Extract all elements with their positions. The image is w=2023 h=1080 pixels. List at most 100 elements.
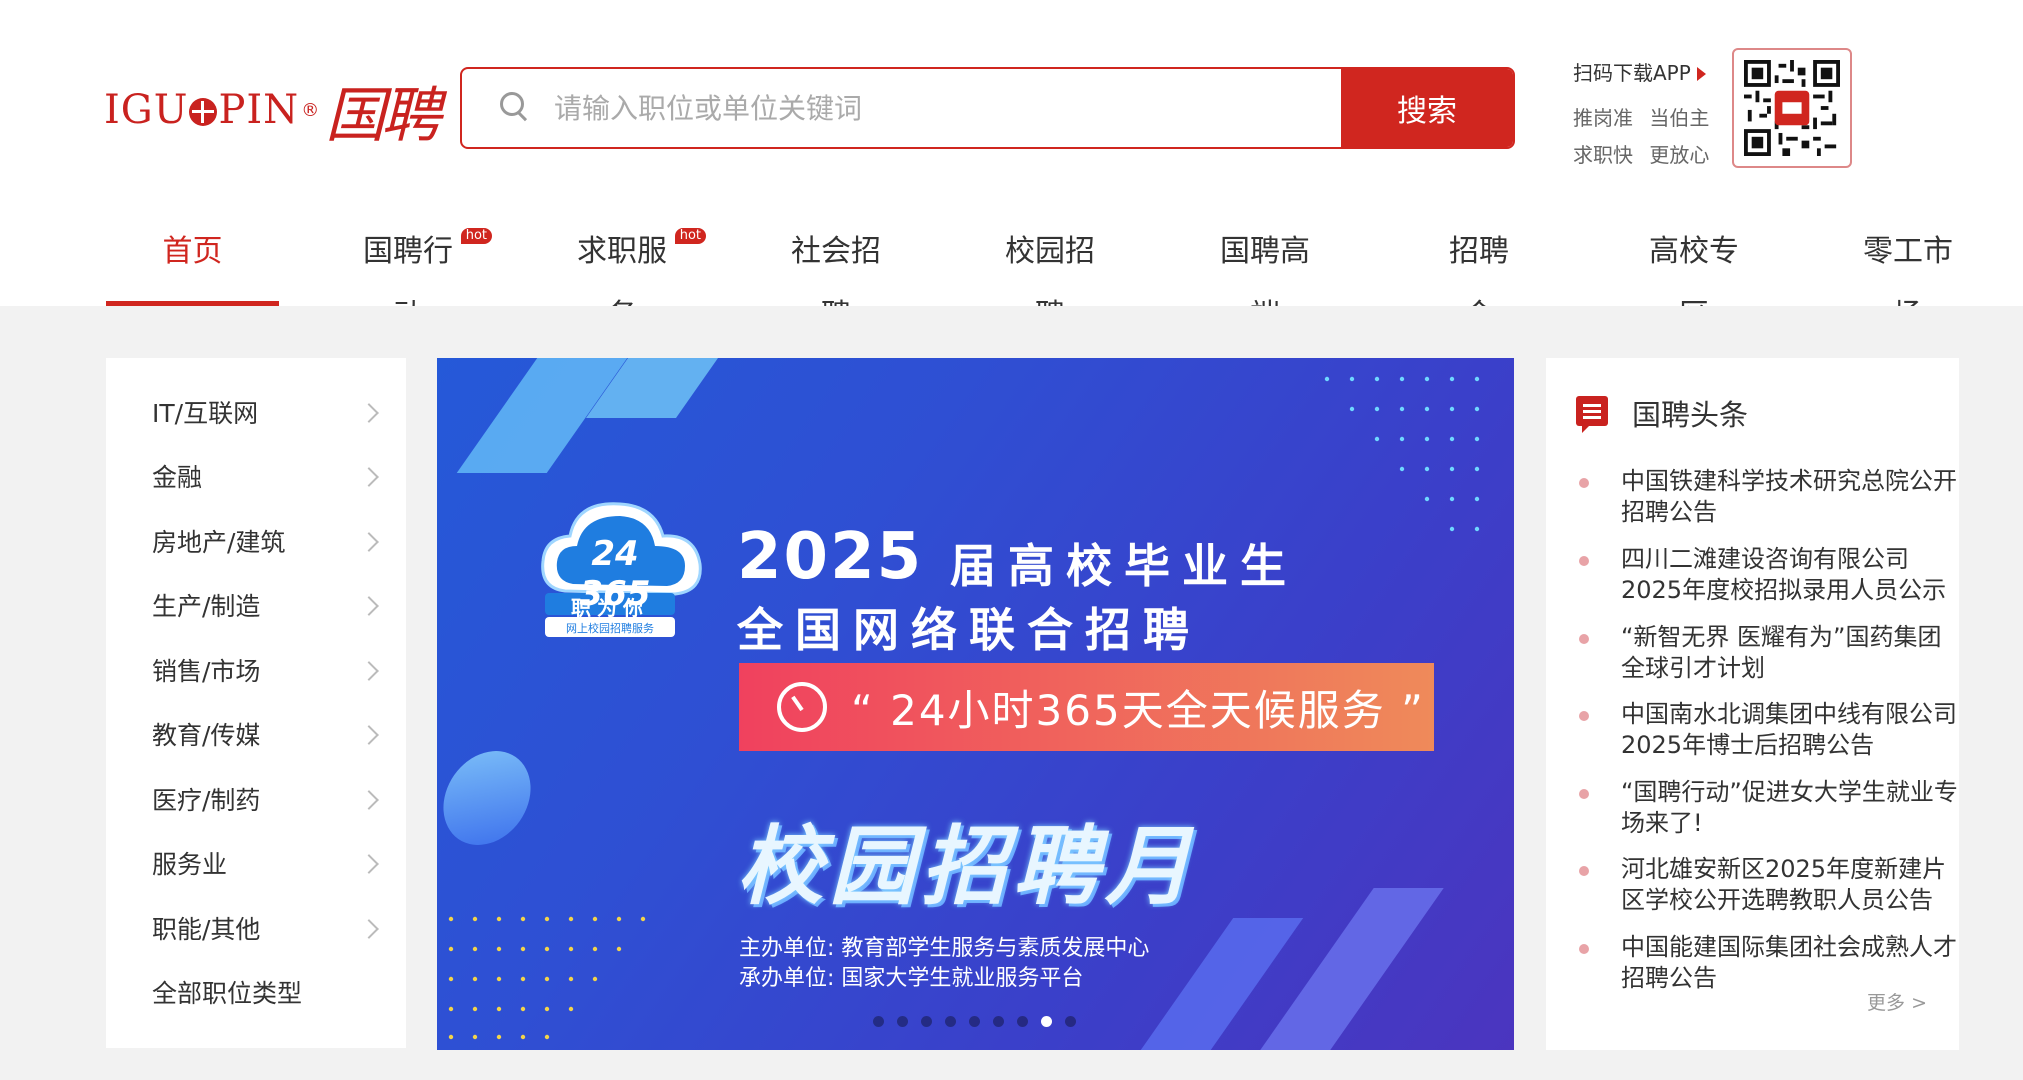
news-headline: 河北雄安新区2025年度新建片区学校公开选聘教职人员公告 [1621, 855, 1947, 914]
category-label: 销售/市场 [152, 657, 261, 686]
news-headline: “国聘行动”促进女大学生就业专场来了! [1621, 778, 1958, 837]
category-label: 生产/制造 [152, 592, 261, 621]
app-download-link[interactable]: 扫码下载APP [1573, 57, 1709, 86]
category-item[interactable]: 房地产/建筑 [152, 523, 382, 563]
nav-label: 首页 [162, 234, 223, 269]
carousel-indicators [873, 1016, 1076, 1027]
category-item[interactable]: 服务业 [152, 845, 382, 885]
registered-mark: ® [301, 99, 320, 121]
news-headline: 四川二滩建设咨询有限公司2025年度校招拟录用人员公示 [1621, 545, 1947, 604]
dot-grid-decoration [448, 916, 646, 1040]
news-headline: 中国能建国际集团社会成熟人才招聘公告 [1621, 933, 1957, 992]
carousel-dot[interactable] [1065, 1016, 1076, 1027]
category-label: IT/互联网 [152, 399, 259, 428]
qr-code [1732, 48, 1852, 168]
hot-badge: hot [674, 228, 706, 244]
all-categories-link[interactable]: 全部职位类型 [152, 974, 382, 1014]
category-item[interactable]: 销售/市场 [152, 652, 382, 692]
category-label: 房地产/建筑 [152, 528, 286, 557]
badge-text: 职为你 [571, 596, 649, 620]
category-label: 医疗/制药 [152, 786, 261, 815]
bullet-icon [1579, 478, 1589, 488]
category-item[interactable]: IT/互联网 [152, 394, 382, 434]
chevron-right-icon [359, 661, 379, 681]
news-more-link[interactable]: 更多 > [1867, 988, 1927, 1015]
category-label: 全部职位类型 [152, 979, 303, 1008]
news-panel-title: 国聘头条 [1632, 398, 1749, 432]
news-panel: 国聘头条 中国铁建科学技术研究总院公开招聘公告 四川二滩建设咨询有限公司2025… [1546, 358, 1959, 1050]
category-label: 金融 [152, 463, 203, 492]
hot-badge: hot [460, 228, 492, 244]
dot-grid-decoration [1324, 376, 1480, 532]
banner-campaign-title: 校园招聘月 [737, 817, 1197, 917]
banner-co-organizer: 承办单位: 国家大学生就业服务平台 [739, 966, 1084, 991]
stopwatch-icon [777, 682, 827, 732]
category-item[interactable]: 生产/制造 [152, 587, 382, 627]
news-headline: “新智无界 医耀有为”国药集团全球引才计划 [1621, 623, 1942, 682]
banner-stripe [1260, 888, 1444, 1050]
play-arrow-icon [1696, 67, 1706, 81]
search-icon [496, 88, 536, 128]
bullet-icon [1579, 711, 1589, 721]
news-headline: 中国铁建科学技术研究总院公开招聘公告 [1621, 467, 1957, 526]
service-pill-text: “ 24小时365天全天候服务 ” [851, 685, 1425, 735]
chevron-right-icon [359, 532, 379, 552]
carousel-dot[interactable] [993, 1016, 1004, 1027]
search-input[interactable] [536, 69, 1341, 147]
qr-code-icon [1744, 60, 1840, 156]
search-button[interactable]: 搜索 [1341, 69, 1513, 147]
globe-icon [189, 98, 218, 126]
category-item[interactable]: 医疗/制药 [152, 781, 382, 821]
nav-university-zone[interactable]: 高校专区 [1636, 198, 1752, 333]
chevron-right-icon [359, 467, 379, 487]
chevron-right-icon [359, 596, 379, 616]
hero-banner[interactable]: 24 365 职为你 网上校园招聘服务 2025 届高校毕业生 全国网络联合招聘… [437, 358, 1514, 1050]
banner-title-line1: 届高校毕业生 [950, 539, 1298, 593]
category-menu: IT/互联网 金融 房地产/建筑 生产/制造 销售/市场 教育/传媒 医疗/制药… [106, 358, 406, 1048]
nav-gig-market[interactable]: 零工市场 [1850, 198, 1966, 333]
banner-year: 2025 [737, 520, 924, 594]
carousel-dot[interactable] [945, 1016, 956, 1027]
carousel-dot[interactable] [1041, 1016, 1052, 1027]
banner-service-pill: “ 24小时365天全天候服务 ” [739, 663, 1434, 751]
app-download-label: 扫码下载APP [1573, 61, 1691, 85]
nav-social-recruitment[interactable]: 社会招聘 [778, 198, 894, 333]
nav-home[interactable]: 首页 [106, 198, 279, 306]
24365-badge: 24 365 职为你 网上校园招聘服务 [535, 496, 705, 646]
category-item[interactable]: 教育/传媒 [152, 716, 382, 756]
category-label: 服务业 [152, 850, 228, 879]
bullet-icon [1579, 944, 1589, 954]
app-slogan-2: 求职快 更放心 [1573, 143, 1710, 167]
app-slogan-1: 推岗准 当伯主 [1573, 106, 1710, 130]
carousel-dot[interactable] [873, 1016, 884, 1027]
carousel-dot[interactable] [921, 1016, 932, 1027]
chevron-right-icon [359, 403, 379, 423]
nav-job-services[interactable]: 求职服务hot [564, 198, 706, 333]
banner-organizer: 主办单位: 教育部学生服务与素质发展中心 [739, 936, 1150, 961]
category-label: 职能/其他 [152, 915, 261, 944]
carousel-dot[interactable] [1017, 1016, 1028, 1027]
bullet-icon [1579, 634, 1589, 644]
bullet-icon [1579, 866, 1589, 876]
chevron-right-icon [359, 790, 379, 810]
nav-guopin-action[interactable]: 国聘行动hot [350, 198, 492, 333]
chevron-right-icon [359, 854, 379, 874]
nav-high-end[interactable]: 国聘高端 [1207, 198, 1323, 333]
carousel-dot[interactable] [969, 1016, 980, 1027]
logo-chinese: 国聘 [325, 80, 441, 151]
nav-campus-recruitment[interactable]: 校园招聘 [992, 198, 1108, 333]
category-item[interactable]: 金融 [152, 458, 382, 498]
nav-job-fair[interactable]: 招聘会 [1435, 198, 1523, 333]
carousel-dot[interactable] [897, 1016, 908, 1027]
chevron-right-icon [359, 725, 379, 745]
bullet-icon [1579, 789, 1589, 799]
category-item[interactable]: 职能/其他 [152, 910, 382, 950]
app-download: 扫码下载APP 推岗准 当伯主 求职快 更放心 [1573, 57, 1709, 168]
news-headline: 中国南水北调集团中线有限公司2025年博士后招聘公告 [1621, 700, 1957, 759]
bullet-icon [1579, 556, 1589, 566]
badge-subtext: 网上校园招聘服务 [566, 622, 654, 635]
search-bar: 搜索 [460, 67, 1515, 149]
news-icon [1576, 396, 1608, 433]
banner-title-line2: 全国网络联合招聘 [737, 603, 1201, 657]
site-logo[interactable]: IGU PIN ® 国聘 [104, 74, 441, 151]
